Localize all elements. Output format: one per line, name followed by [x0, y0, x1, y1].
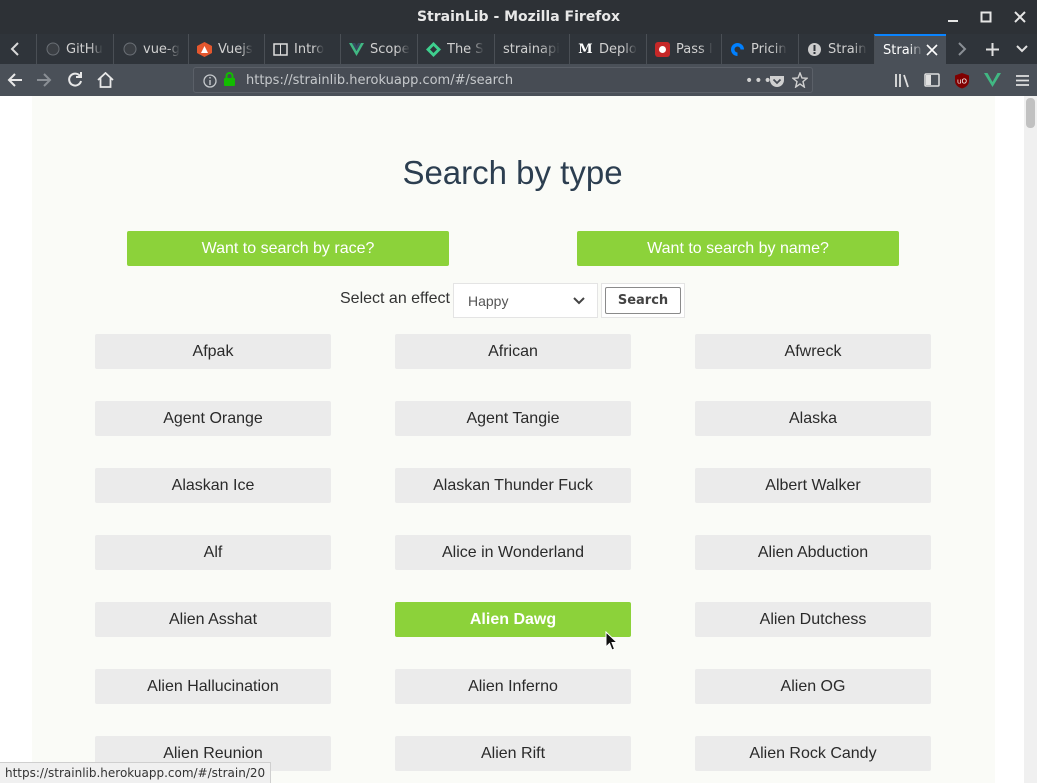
tab-label: Strain [883, 42, 922, 58]
bookmark-star-icon[interactable] [791, 71, 809, 92]
tab-label: Vuejs [218, 41, 253, 57]
strain-button[interactable]: Alien Hallucination [95, 669, 331, 704]
github-icon [45, 42, 60, 57]
search-by-name-button[interactable]: Want to search by name? [577, 231, 899, 266]
search-button[interactable]: Search [605, 287, 681, 314]
vuejs-icon [197, 41, 212, 57]
strain-button[interactable]: Alaskan Ice [95, 468, 331, 503]
strain-button-hovered[interactable]: Alien Dawg [395, 602, 631, 637]
url-text[interactable]: https://strainlib.herokuapp.com/#/search [246, 73, 513, 88]
tab-label: Intro [294, 41, 325, 57]
tab-deplo[interactable]: M Deplo [569, 34, 646, 64]
book-icon [273, 42, 288, 57]
tab-strain[interactable]: Strain [798, 34, 874, 64]
strain-button[interactable]: Alf [95, 535, 331, 570]
page-heading: Search by type [402, 154, 623, 191]
tab-label: Pricin [751, 41, 787, 57]
window-title: StrainLib - Mozilla Firefox [416, 9, 621, 25]
strain-button[interactable]: Alien OG [695, 669, 931, 704]
page-viewport: Search by type Want to search by race? W… [0, 96, 1037, 783]
minimize-icon[interactable] [943, 7, 963, 27]
strain-button[interactable]: Alien Inferno [395, 669, 631, 704]
strain-button[interactable]: Albert Walker [695, 468, 931, 503]
tab-label: strainapi [503, 41, 560, 57]
tabs-scroll-right-icon[interactable] [947, 34, 977, 64]
sidebar-icon[interactable] [920, 68, 944, 92]
vue-logo-icon [349, 42, 364, 57]
status-bar-url: https://strainlib.herokuapp.com/#/strain… [0, 762, 272, 783]
strain-button[interactable]: Agent Orange [95, 401, 331, 436]
tab-intro[interactable]: Intro [264, 34, 340, 64]
alert-icon [807, 42, 822, 57]
maximize-icon[interactable] [976, 7, 996, 27]
strain-button[interactable]: Alice in Wonderland [395, 535, 631, 570]
scrollbar-thumb[interactable] [1026, 98, 1035, 128]
home-icon[interactable] [93, 68, 117, 92]
tab-pricing[interactable]: Pricin [721, 34, 798, 64]
strain-button[interactable]: Afwreck [695, 334, 931, 369]
url-bar[interactable]: https://strainlib.herokuapp.com/#/search… [193, 67, 813, 93]
github-icon [122, 42, 137, 57]
effect-label: Select an effect [340, 290, 450, 307]
strain-button[interactable]: Alien Rift [395, 736, 631, 771]
medium-icon: M [578, 41, 593, 57]
strain-button[interactable]: Alien Dutchess [695, 602, 931, 637]
tab-strainapi[interactable]: strainapi [494, 34, 569, 64]
back-icon[interactable] [3, 68, 27, 92]
menu-icon[interactable] [1010, 68, 1034, 92]
diamond-icon [426, 41, 441, 57]
tabs-scroll-left-icon[interactable] [0, 34, 30, 64]
tab-vuejs[interactable]: Vuejs [188, 34, 264, 64]
tab-label: Deplo [599, 41, 637, 57]
window-titlebar: StrainLib - Mozilla Firefox [0, 0, 1037, 34]
tab-strip: GitHu vue-g Vuejs Intro Scope The S stra… [0, 34, 1037, 64]
reload-icon[interactable] [63, 68, 87, 92]
strain-button[interactable]: African [395, 334, 631, 369]
strain-button[interactable]: Alaska [695, 401, 931, 436]
search-button-wrapper: Search [601, 283, 685, 318]
tab-label: Strain [828, 41, 867, 57]
tab-github[interactable]: GitHu [36, 34, 113, 64]
ublock-icon[interactable]: uO [950, 68, 974, 92]
svg-text:uO: uO [957, 77, 967, 85]
tab-label: GitHu [66, 41, 103, 57]
tab-label: vue-g [143, 41, 180, 57]
effect-select[interactable]: Happy [453, 283, 598, 318]
effect-selected-value: Happy [468, 293, 509, 309]
tab-label: The S [447, 41, 484, 57]
digitalocean-icon [730, 42, 745, 57]
strain-button[interactable]: Agent Tangie [395, 401, 631, 436]
strain-button[interactable]: Alien Abduction [695, 535, 931, 570]
pocket-icon[interactable] [769, 73, 785, 92]
strain-button[interactable]: Alien Asshat [95, 602, 331, 637]
tab-label: Scope [370, 41, 410, 57]
tab-label: Pass I [676, 41, 713, 57]
search-by-race-button[interactable]: Want to search by race? [127, 231, 449, 266]
tab-vue-g[interactable]: vue-g [113, 34, 188, 64]
list-all-tabs-icon[interactable] [1007, 34, 1037, 64]
close-window-icon[interactable] [1010, 7, 1030, 27]
forward-icon[interactable] [32, 68, 56, 92]
strain-button[interactable]: Alaskan Thunder Fuck [395, 468, 631, 503]
tab-the-s[interactable]: The S [417, 34, 494, 64]
page-scrollbar[interactable] [1024, 96, 1037, 783]
tab-scope[interactable]: Scope [340, 34, 417, 64]
library-icon[interactable] [890, 68, 914, 92]
tab-strainlib-active[interactable]: Strain [874, 34, 946, 64]
strain-button[interactable]: Alien Rock Candy [695, 736, 931, 771]
close-tab-icon[interactable] [926, 44, 938, 60]
navigation-toolbar: https://strainlib.herokuapp.com/#/search… [0, 64, 1037, 96]
tab-pass[interactable]: Pass I [646, 34, 721, 64]
mouse-cursor-icon [605, 630, 619, 656]
chevron-down-icon [573, 293, 585, 309]
vue-devtools-icon[interactable] [980, 68, 1004, 92]
lock-icon[interactable] [223, 72, 236, 91]
info-icon[interactable] [203, 73, 217, 92]
strain-button[interactable]: Afpak [95, 334, 331, 369]
new-tab-icon[interactable] [977, 34, 1007, 64]
pass-icon [655, 41, 670, 57]
